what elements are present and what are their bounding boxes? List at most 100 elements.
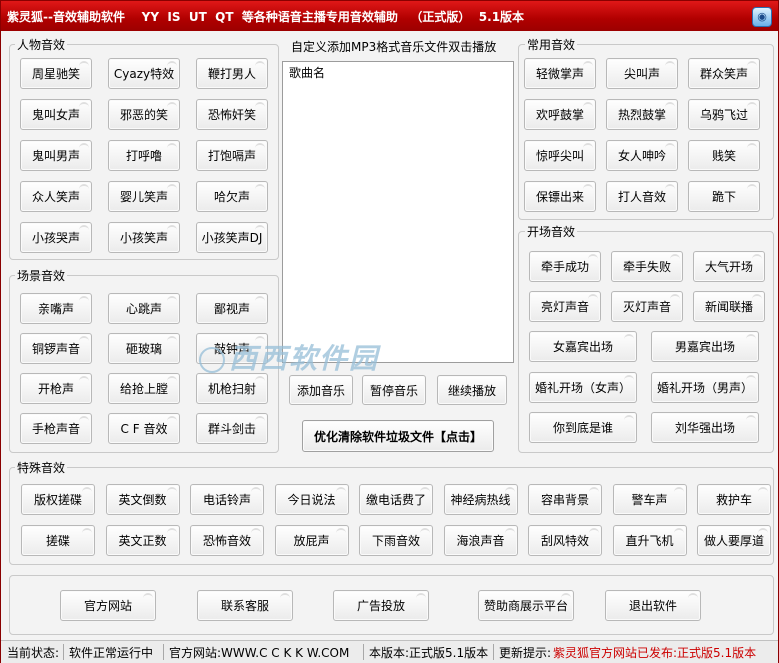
- people-sound-button[interactable]: 打呼噜: [108, 140, 180, 171]
- people-sound-button-label: 婴儿笑声: [119, 190, 168, 204]
- button-swirl-decoration: [167, 336, 177, 346]
- special-sound-button[interactable]: 恐怖音效: [190, 525, 264, 556]
- common-sound-button[interactable]: 轻微掌声: [524, 58, 596, 89]
- special-sound-button[interactable]: 警车声: [612, 484, 687, 515]
- people-sound-button[interactable]: 周星驰笑: [20, 58, 92, 89]
- people-sound-button[interactable]: 众人笑声: [20, 181, 92, 212]
- special-sound-button[interactable]: 直升飞机: [612, 525, 687, 556]
- opening-sound-button[interactable]: 刘华强出场: [651, 412, 759, 443]
- opening-sound-button[interactable]: 大气开场: [693, 251, 765, 282]
- opening-sound-button[interactable]: 婚礼开场（女声）: [529, 372, 637, 403]
- button-swirl-decoration: [583, 184, 593, 194]
- button-swirl-decoration: [752, 294, 762, 304]
- clean-junk-button[interactable]: 优化清除软件垃圾文件【点击】: [302, 420, 494, 452]
- special-sound-button[interactable]: 放屁声: [274, 525, 349, 556]
- playlist-box[interactable]: 歌曲名: [282, 61, 514, 363]
- pause-music-button[interactable]: 暂停音乐: [362, 375, 426, 405]
- app-icon[interactable]: ◉: [752, 7, 772, 27]
- common-sound-button[interactable]: 跪下: [688, 181, 760, 212]
- footer-button[interactable]: 赞助商展示平台: [478, 590, 574, 621]
- scene-sound-button[interactable]: 铜锣声音: [20, 333, 92, 364]
- button-swirl-decoration: [624, 415, 634, 425]
- special-sound-button[interactable]: 救护车: [697, 484, 771, 515]
- resume-play-button[interactable]: 继续播放: [437, 375, 507, 405]
- people-sound-button[interactable]: 婴儿笑声: [108, 181, 180, 212]
- common-sound-button[interactable]: 乌鸦飞过: [688, 99, 760, 130]
- people-sound-button[interactable]: 鬼叫女声: [20, 99, 92, 130]
- special-sound-button-label: 恐怖音效: [202, 534, 251, 548]
- common-sound-button[interactable]: 女人呻吟: [606, 140, 678, 171]
- special-sound-button[interactable]: 刮风特效: [528, 525, 602, 556]
- button-swirl-decoration: [747, 184, 757, 194]
- opening-group-title: 开场音效: [525, 223, 578, 240]
- special-sound-button[interactable]: 英文倒数: [105, 484, 180, 515]
- opening-sound-button[interactable]: 女嘉宾出场: [529, 331, 637, 362]
- common-sound-button[interactable]: 欢呼鼓掌: [524, 99, 596, 130]
- scene-sound-button[interactable]: 亲嘴声: [20, 293, 92, 324]
- special-sound-button[interactable]: 做人要厚道: [697, 525, 771, 556]
- button-swirl-decoration: [673, 487, 684, 497]
- common-sound-button[interactable]: 惊呼尖叫: [524, 140, 596, 171]
- scene-sound-button[interactable]: 砸玻璃: [108, 333, 180, 364]
- common-sound-button[interactable]: 热烈鼓掌: [606, 99, 678, 130]
- special-sound-button[interactable]: 电话铃声: [190, 484, 264, 515]
- watermark: 西西软件园: [199, 337, 379, 377]
- people-sound-button[interactable]: 小孩笑声DJ: [196, 222, 268, 253]
- opening-sound-button[interactable]: 你到底是谁: [529, 412, 637, 443]
- opening-sound-button[interactable]: 牵手失败: [611, 251, 683, 282]
- people-sound-button[interactable]: 小孩哭声: [20, 222, 92, 253]
- opening-sound-button[interactable]: 新闻联播: [693, 291, 765, 322]
- special-sound-button-label: 搓碟: [45, 534, 70, 548]
- footer-button[interactable]: 广告投放: [333, 590, 429, 621]
- common-sound-button-label: 贱笑: [711, 149, 736, 163]
- special-sound-button[interactable]: 缴电话费了: [359, 484, 433, 515]
- special-sound-button[interactable]: 英文正数: [105, 525, 180, 556]
- special-sound-button[interactable]: 海浪声音: [443, 525, 518, 556]
- add-music-button[interactable]: 添加音乐: [289, 375, 353, 405]
- people-sound-button[interactable]: 打饱嗝声: [196, 140, 268, 171]
- opening-sound-button[interactable]: 牵手成功: [529, 251, 601, 282]
- people-sound-button[interactable]: Cyazy特效: [108, 58, 180, 89]
- opening-sound-button[interactable]: 亮灯声音: [529, 291, 601, 322]
- button-swirl-decoration: [561, 593, 571, 603]
- common-sound-button[interactable]: 群众笑声: [688, 58, 760, 89]
- people-sound-button[interactable]: 哈欠声: [196, 181, 268, 212]
- people-sound-button[interactable]: 小孩笑声: [108, 222, 180, 253]
- opening-sound-button[interactable]: 男嘉宾出场: [651, 331, 759, 362]
- opening-sound-button[interactable]: 婚礼开场（男声）: [651, 372, 759, 403]
- scene-sound-button[interactable]: C F 音效: [108, 413, 180, 444]
- special-sound-button[interactable]: 神经病热线: [443, 484, 518, 515]
- special-sound-button[interactable]: 版权搓碟: [21, 484, 95, 515]
- watermark-text: 西西软件园: [229, 342, 380, 375]
- button-swirl-decoration: [167, 143, 177, 153]
- button-swirl-decoration: [747, 61, 757, 71]
- scene-sound-button[interactable]: 群斗剑击: [196, 413, 268, 444]
- footer-button[interactable]: 退出软件: [605, 590, 701, 621]
- scene-sound-button[interactable]: 开枪声: [20, 373, 92, 404]
- footer-button-label: 官方网站: [83, 599, 132, 613]
- people-sound-button[interactable]: 恐怖奸笑: [196, 99, 268, 130]
- people-sound-button[interactable]: 邪恶的笑: [108, 99, 180, 130]
- special-sound-button[interactable]: 搓碟: [21, 525, 95, 556]
- footer-button[interactable]: 联系客服: [197, 590, 293, 621]
- common-sound-button[interactable]: 尖叫声: [606, 58, 678, 89]
- people-sound-button[interactable]: 鬼叫男声: [20, 140, 92, 171]
- button-swirl-decoration: [79, 143, 89, 153]
- common-sound-button[interactable]: 保镖出来: [524, 181, 596, 212]
- opening-sound-button[interactable]: 灭灯声音: [611, 291, 683, 322]
- people-sound-button[interactable]: 鞭打男人: [196, 58, 268, 89]
- common-sound-button[interactable]: 贱笑: [688, 140, 760, 171]
- special-sound-button[interactable]: 下雨音效: [359, 525, 433, 556]
- scene-sound-button-label: 砸玻璃: [125, 342, 162, 356]
- scene-sound-button[interactable]: 机枪扫射: [196, 373, 268, 404]
- scene-sound-button[interactable]: 给抢上膛: [108, 373, 180, 404]
- special-sound-button-label: 缴电话费了: [365, 493, 426, 507]
- special-sound-button[interactable]: 容串背景: [528, 484, 602, 515]
- special-sound-button[interactable]: 今日说法: [274, 484, 349, 515]
- scene-sound-button[interactable]: 鄙视声: [196, 293, 268, 324]
- common-sound-button[interactable]: 打人音效: [606, 181, 678, 212]
- scene-sound-button[interactable]: 心跳声: [108, 293, 180, 324]
- footer-button[interactable]: 官方网站: [60, 590, 156, 621]
- scene-sound-button[interactable]: 手枪声音: [20, 413, 92, 444]
- scene-sound-button-label: 群斗剑击: [207, 422, 256, 436]
